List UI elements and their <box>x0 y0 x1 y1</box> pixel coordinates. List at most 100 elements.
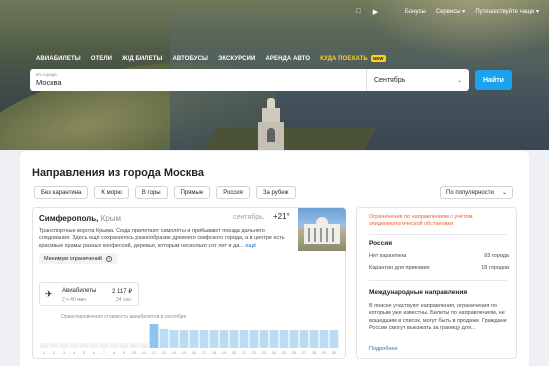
chart-bar[interactable] <box>319 330 329 348</box>
filter-chips: Без карантина К морю В горы Прямые Росси… <box>34 186 296 199</box>
destination-description: Транспортные ворота Крыма. Сюда прилетаю… <box>39 228 285 249</box>
chart-bar[interactable] <box>309 330 319 348</box>
tab-avia[interactable]: АВИАБИЛЕТЫ <box>36 55 81 62</box>
chart-tick-label: 27 <box>302 350 307 355</box>
filter-mountains[interactable]: В горы <box>134 186 168 199</box>
price-calendar-chart: 1 2 3 4 5 6 7 8 9 10 11 12 13 14 15 16 17 18 19 20 21 22 23 24 2… <box>39 324 339 355</box>
tab-where-to-go[interactable]: КУДА ПОЕХАТЬ NEW <box>320 55 386 62</box>
restrictions-badge[interactable]: Минимум ограничений ? <box>39 253 118 264</box>
chart-bar[interactable] <box>279 330 289 348</box>
chart-bar[interactable] <box>109 343 119 348</box>
russia-row-no-quarantine[interactable]: Нет карантина 93 города <box>369 253 509 259</box>
russia-row-quarantine[interactable]: Карантин для приезжих 18 городов <box>369 265 509 271</box>
chart-tick-label: 28 <box>312 350 317 355</box>
chart-bar[interactable] <box>169 330 179 348</box>
tab-hotels[interactable]: ОТЕЛИ <box>91 55 112 62</box>
filter-abroad[interactable]: За рубеж <box>255 186 296 199</box>
chart-tick-label: 24 <box>272 350 277 355</box>
find-button[interactable]: Найти <box>475 70 512 90</box>
bonuses-link[interactable]: Бонусы <box>405 9 426 15</box>
chart-bar[interactable] <box>149 324 159 348</box>
filter-no-quarantine[interactable]: Без карантина <box>34 186 89 199</box>
restrictions-label: Минимум ограничений <box>44 255 103 262</box>
chart-tick-label: 30 <box>332 350 337 355</box>
international-text: В поиске участвуют направления, ограниче… <box>369 303 507 332</box>
from-city-field[interactable]: Из города Москва <box>30 69 367 91</box>
restrictions-warning: Ограничения по направлениям с учётом эпи… <box>369 214 473 228</box>
restrictions-panel: Ограничения по направлениям с учётом эпи… <box>356 207 517 359</box>
ticket-price: 2 117 ₽ <box>112 289 133 295</box>
travel-menu[interactable]: Путешествуйте чаще ▾ <box>475 8 539 15</box>
hero-banner:  ▶ Бонусы Сервисы ▾ Путешествуйте чаще … <box>0 0 549 150</box>
chart-bar[interactable] <box>269 330 279 348</box>
chart-tick-label: 29 <box>322 350 327 355</box>
ticket-type: Авиабилеты <box>62 288 97 294</box>
chart-bar[interactable] <box>209 330 219 348</box>
filter-russia[interactable]: Россия <box>216 186 250 199</box>
chart-bar[interactable] <box>199 330 209 348</box>
chart-bar[interactable] <box>249 330 259 348</box>
chart-bar[interactable] <box>39 343 49 348</box>
chart-tick-label: 26 <box>292 350 297 355</box>
from-city-value[interactable]: Москва <box>36 78 360 87</box>
from-city-label: Из города <box>36 72 57 77</box>
chart-label: Ориентировочная стоимость авиабилетов в … <box>61 314 187 320</box>
chart-bar[interactable] <box>189 330 199 348</box>
chart-bar[interactable] <box>59 343 69 348</box>
chart-tick-label: 25 <box>282 350 287 355</box>
chart-bar[interactable] <box>89 343 99 348</box>
chevron-down-icon: ▾ <box>535 9 539 15</box>
destination-city: Симферополь, Крым <box>39 214 121 223</box>
ticket-date: 24 сен <box>116 297 131 303</box>
chart-tick-label: 5 <box>83 350 86 355</box>
chart-tick-label: 22 <box>252 350 257 355</box>
chart-bar[interactable] <box>259 330 269 348</box>
chart-tick-label: 10 <box>132 350 137 355</box>
chart-bar[interactable] <box>129 343 139 348</box>
chart-tick-label: 8 <box>113 350 116 355</box>
chart-bar[interactable] <box>119 343 129 348</box>
chart-tick-label: 11 <box>142 350 147 355</box>
chart-tick-label: 13 <box>162 350 167 355</box>
apple-icon[interactable]:  <box>355 8 362 15</box>
tab-car-rental[interactable]: АРЕНДА АВТО <box>265 55 310 62</box>
chart-bar[interactable] <box>219 330 229 348</box>
chart-bar[interactable] <box>139 343 149 348</box>
chart-bar[interactable] <box>79 343 89 348</box>
main-nav: АВИАБИЛЕТЫ ОТЕЛИ Ж/Д БИЛЕТЫ АВТОБУСЫ ЭКС… <box>36 55 386 62</box>
chart-bar[interactable] <box>299 330 309 348</box>
tab-buses[interactable]: АВТОБУСЫ <box>172 55 208 62</box>
tab-excursions[interactable]: ЭКСКУРСИИ <box>218 55 255 62</box>
chart-bar[interactable] <box>179 330 189 348</box>
destination-card[interactable]: Симферополь, Крым сентябрь, +21° Транспо… <box>32 207 346 359</box>
filter-to-sea[interactable]: К морю <box>94 186 129 199</box>
google-play-icon[interactable]: ▶ <box>372 8 379 16</box>
chart-bar[interactable] <box>239 330 249 348</box>
new-badge: NEW <box>370 55 386 62</box>
flight-ticket[interactable]: ✈ Авиабилеты 2 ч 40 мин 2 117 ₽ 24 сен <box>39 282 139 306</box>
chart-bar[interactable] <box>49 343 59 348</box>
chart-tick-label: 9 <box>123 350 126 355</box>
tab-trains[interactable]: Ж/Д БИЛЕТЫ <box>122 55 162 62</box>
filter-direct[interactable]: Прямые <box>173 186 211 199</box>
chart-tick-label: 16 <box>192 350 197 355</box>
month-select[interactable]: Сентябрь ⌄ <box>367 69 469 91</box>
chart-tick-label: 17 <box>202 350 207 355</box>
destination-month: сентябрь, <box>233 214 265 221</box>
more-details-link[interactable]: Подробнее <box>369 346 398 352</box>
hero-tower <box>258 98 284 150</box>
chart-bar[interactable] <box>229 330 239 348</box>
plane-icon: ✈ <box>45 289 53 299</box>
chart-bar[interactable] <box>289 330 299 348</box>
chart-tick-label: 18 <box>212 350 217 355</box>
info-icon[interactable]: ? <box>106 255 113 262</box>
chart-bar[interactable] <box>329 330 339 348</box>
chart-tick-label: 6 <box>93 350 96 355</box>
more-link[interactable]: ещё <box>245 243 256 249</box>
chart-bar[interactable] <box>159 328 169 348</box>
chart-tick-label: 7 <box>103 350 106 355</box>
chart-bar[interactable] <box>69 343 79 348</box>
sort-select[interactable]: По популярности ⌄ <box>440 186 513 199</box>
services-menu[interactable]: Сервисы ▾ <box>436 8 466 15</box>
chart-bar[interactable] <box>99 343 109 348</box>
